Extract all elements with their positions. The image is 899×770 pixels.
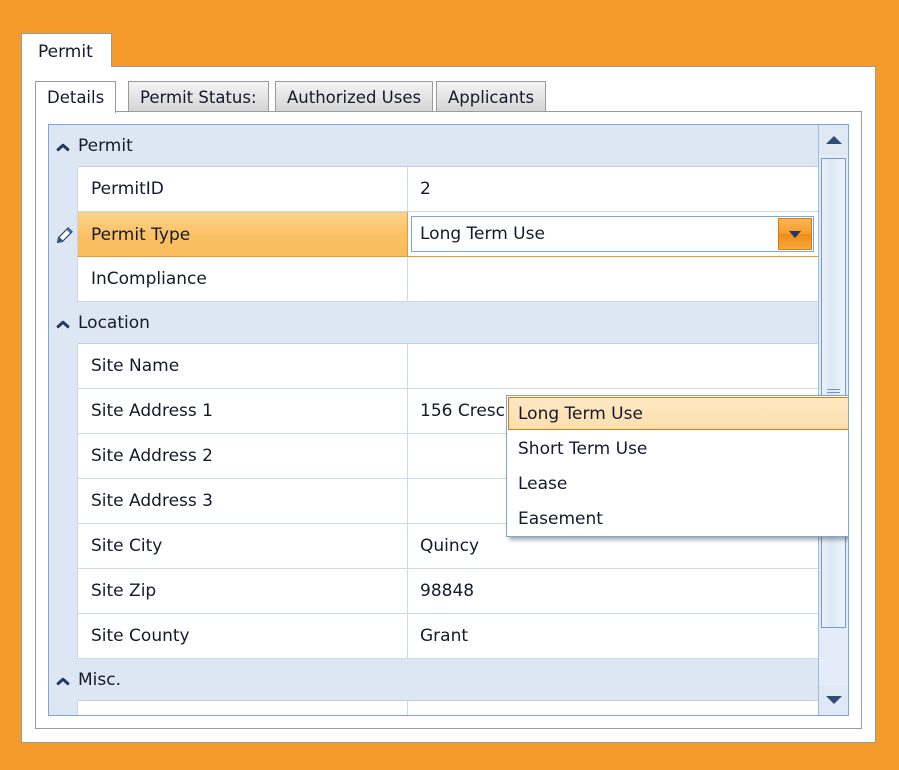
table-row[interactable]: Site Name <box>49 344 818 389</box>
group-header-row[interactable]: Permit <box>49 125 818 167</box>
row-indicator-editing <box>49 212 78 257</box>
property-grid[interactable]: Permit PermitID 2 Permit Type Long Term … <box>48 124 849 716</box>
property-value[interactable] <box>408 344 818 389</box>
property-value[interactable] <box>408 257 818 302</box>
chevron-up-icon <box>57 319 70 328</box>
tab-applicants[interactable]: Applicants <box>436 81 547 112</box>
property-value-editor[interactable]: Long Term Use <box>408 212 818 257</box>
group-expander[interactable] <box>49 302 78 344</box>
tab-details[interactable]: Details <box>35 81 117 113</box>
property-value[interactable]: Grant <box>408 614 818 659</box>
property-name: InCompliance <box>78 257 408 302</box>
property-value[interactable]: 2 <box>408 167 818 212</box>
row-indicator <box>49 524 78 569</box>
chevron-up-icon <box>57 142 70 151</box>
table-row[interactable]: InCompliance <box>49 257 818 302</box>
pencil-edit-icon <box>56 226 73 243</box>
property-name: Site Address 2 <box>78 434 408 479</box>
combobox-value: Long Term Use <box>420 224 545 244</box>
permit-type-combobox[interactable]: Long Term Use <box>411 216 814 252</box>
outer-tabstrip: Permit <box>21 33 876 67</box>
scroll-up-button[interactable] <box>819 125 848 155</box>
group-label: Permit <box>78 125 818 167</box>
property-value[interactable]: 98848 <box>408 569 818 614</box>
property-name: Site Name <box>78 344 408 389</box>
table-row[interactable] <box>49 701 818 715</box>
tab-permit-status[interactable]: Permit Status: <box>128 81 269 112</box>
inner-tabstrip: Details Permit Status: Authorized Uses A… <box>35 81 862 113</box>
dropdown-option[interactable]: Easement <box>507 501 848 536</box>
row-indicator <box>49 344 78 389</box>
permit-type-dropdown-list[interactable]: Long Term Use Short Term Use Lease Easem… <box>506 395 848 537</box>
row-indicator <box>49 701 78 715</box>
group-header-row[interactable]: Location <box>49 302 818 344</box>
dropdown-option[interactable]: Long Term Use <box>508 397 848 430</box>
row-indicator <box>49 614 78 659</box>
group-label: Location <box>78 302 818 344</box>
group-header-row[interactable]: Misc. <box>49 659 818 701</box>
row-indicator <box>49 434 78 479</box>
combobox-dropdown-button[interactable] <box>778 218 812 250</box>
row-indicator <box>49 389 78 434</box>
scroll-down-button[interactable] <box>819 685 848 715</box>
row-indicator <box>49 569 78 614</box>
dropdown-option[interactable]: Short Term Use <box>507 431 848 466</box>
chevron-up-icon <box>57 676 70 685</box>
tab-permit[interactable]: Permit <box>21 33 112 67</box>
property-name <box>78 701 408 715</box>
table-row[interactable]: PermitID 2 <box>49 167 818 212</box>
permit-window: Permit Details Permit Status: Authorized… <box>21 33 876 743</box>
property-name: PermitID <box>78 167 408 212</box>
row-indicator <box>49 479 78 524</box>
dropdown-option[interactable]: Lease <box>507 466 848 501</box>
property-name: Site Zip <box>78 569 408 614</box>
property-name: Site Address 3 <box>78 479 408 524</box>
group-expander[interactable] <box>49 659 78 701</box>
property-value[interactable] <box>408 701 818 715</box>
triangle-down-icon <box>825 696 842 704</box>
scrollbar-thumb[interactable] <box>821 158 846 628</box>
property-name: Site Address 1 <box>78 389 408 434</box>
outer-tab-panel: Details Permit Status: Authorized Uses A… <box>21 66 876 743</box>
group-label: Misc. <box>78 659 818 701</box>
tab-authorized-uses[interactable]: Authorized Uses <box>275 81 434 112</box>
details-tab-panel: Permit PermitID 2 Permit Type Long Term … <box>35 111 862 729</box>
triangle-up-icon <box>825 136 842 144</box>
table-row[interactable]: Site County Grant <box>49 614 818 659</box>
group-expander[interactable] <box>49 125 78 167</box>
chevron-down-icon <box>789 230 801 238</box>
property-name: Permit Type <box>78 212 408 257</box>
row-indicator <box>49 257 78 302</box>
property-name: Site City <box>78 524 408 569</box>
table-row-selected[interactable]: Permit Type Long Term Use <box>49 212 818 257</box>
table-row[interactable]: Site Zip 98848 <box>49 569 818 614</box>
row-indicator <box>49 167 78 212</box>
property-name: Site County <box>78 614 408 659</box>
